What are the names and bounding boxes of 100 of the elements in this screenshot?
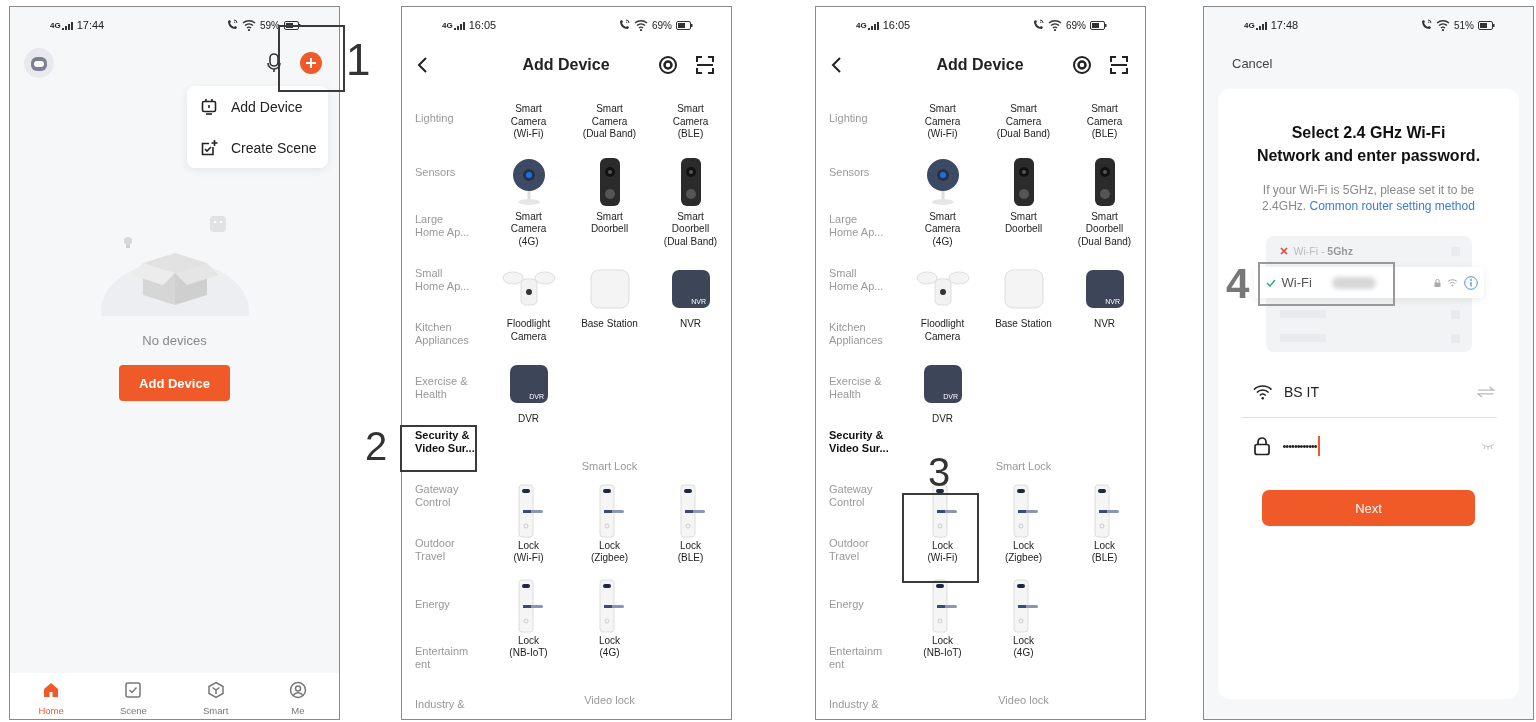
back-icon[interactable] [416, 56, 428, 74]
wifi-icon [1252, 383, 1272, 400]
category-item[interactable]: Security & Video Sur... [415, 415, 488, 469]
device-item[interactable]: Smart Camera (BLE) [650, 103, 731, 141]
cube-icon [206, 680, 225, 699]
device-item[interactable]: Base Station [983, 260, 1064, 343]
call-icon [226, 19, 238, 31]
network-type: 4G [442, 20, 453, 30]
device-icon [200, 97, 218, 116]
call-icon [618, 19, 630, 31]
home-icon [42, 680, 61, 699]
device-item[interactable]: Smart Doorbell [569, 152, 650, 248]
battery-percent: 59% [260, 19, 280, 31]
signal-icon [867, 21, 879, 30]
step-number: 4 [1226, 263, 1250, 305]
lock-icon [1433, 278, 1441, 287]
device-item[interactable]: Lock (Zigbee) [983, 481, 1064, 565]
tab[interactable]: Smart [174, 673, 257, 719]
device-item[interactable]: Smart Camera (BLE) [1064, 103, 1145, 141]
device-item[interactable]: Floodlight Camera [902, 260, 983, 343]
battery-icon [1478, 20, 1495, 30]
call-icon [1420, 19, 1432, 31]
network-type: 4G [1244, 20, 1255, 30]
category-item[interactable]: Security & Video Sur... [829, 415, 902, 469]
section-heading: Video lock [997, 693, 1050, 706]
device-item[interactable]: Lock (NB-IoT) [902, 576, 983, 660]
doorbell-icon [1093, 156, 1116, 207]
menu-item[interactable]: Create Scene [187, 127, 328, 168]
doorbell-icon [1012, 156, 1035, 207]
device-item[interactable]: Smart Camera (Wi-Fi) [902, 103, 983, 141]
scan-icon[interactable] [1109, 55, 1129, 75]
network-type: 4G [50, 20, 61, 30]
network-name-field[interactable]: BS IT [1283, 383, 1465, 400]
signal-icon [1255, 21, 1267, 30]
battery-icon [284, 20, 301, 30]
empty-state-text: No devices [142, 333, 207, 348]
page-title: Add Device [935, 56, 1025, 74]
device-item[interactable]: Lock (4G) [983, 576, 1064, 660]
device-item[interactable]: Smart Camera (Wi-Fi) [488, 103, 569, 141]
password-field[interactable]: •••••••••••• [1282, 436, 1320, 456]
device-item[interactable]: Lock (4G) [569, 576, 650, 660]
network-label: Wi-Fi [1281, 275, 1312, 290]
status-time: 17:44 [76, 19, 105, 31]
cancel-link[interactable]: Cancel [1232, 55, 1273, 71]
network-label: Wi-Fi - 5Ghz [1293, 245, 1353, 257]
section-heading: Video lock [583, 693, 636, 706]
device-item[interactable]: Smart Camera (Dual Band) [569, 103, 650, 141]
tab[interactable]: Home [10, 673, 93, 719]
device-item[interactable]: Smart Doorbell (Dual Band) [650, 152, 731, 248]
device-item[interactable]: Lock (Wi-Fi) [488, 481, 569, 565]
device-item[interactable]: Smart Camera (4G) [902, 152, 983, 248]
highlight-frame [278, 25, 345, 92]
camera-icon [924, 156, 961, 207]
wifi-icon [242, 19, 256, 31]
wifi-icon [634, 19, 648, 31]
checkbox-icon [124, 680, 143, 699]
scan-icon[interactable] [695, 55, 715, 75]
target-icon[interactable] [1072, 55, 1092, 75]
microphone-icon[interactable] [267, 53, 281, 73]
info-icon [1463, 275, 1478, 290]
device-item[interactable]: Floodlight Camera [488, 260, 569, 343]
status-time: 16:05 [468, 19, 497, 31]
device-item[interactable]: Smart Doorbell (Dual Band) [1064, 152, 1145, 248]
device-item[interactable]: Lock (BLE) [650, 481, 731, 565]
device-item[interactable]: Lock (Zigbee) [569, 481, 650, 565]
battery-icon [676, 20, 693, 30]
step-number: 2 [365, 426, 388, 466]
wifi-icon [1436, 19, 1450, 31]
avatar-icon [24, 48, 54, 78]
doorbell-icon [679, 156, 702, 207]
device-item[interactable]: Lock (NB-IoT) [488, 576, 569, 660]
back-icon[interactable] [830, 56, 842, 74]
signal-icon [61, 21, 73, 30]
base-station-icon [589, 269, 630, 309]
device-item[interactable]: Smart Doorbell [983, 152, 1064, 248]
tab[interactable]: Me [256, 673, 339, 719]
add-icon[interactable] [300, 52, 322, 74]
page-title: Add Device [521, 56, 611, 74]
section-heading: Smart Lock [994, 459, 1053, 472]
blurred-text [1331, 276, 1376, 289]
device-item[interactable]: Smart Camera (Dual Band) [983, 103, 1064, 141]
step-number: 1 [346, 38, 371, 82]
battery-icon [1090, 20, 1107, 30]
step-number: 3 [928, 452, 951, 492]
status-time: 17:48 [1270, 19, 1299, 31]
device-item[interactable]: Base Station [569, 260, 650, 343]
device-item[interactable]: Smart Camera (4G) [488, 152, 569, 248]
tab[interactable]: Scene [92, 673, 175, 719]
target-icon[interactable] [658, 55, 678, 75]
checklist-icon [200, 138, 218, 157]
menu-item[interactable]: Add Device [187, 86, 328, 127]
call-icon [1032, 19, 1044, 31]
router-setting-link[interactable]: Common router setting method [1309, 198, 1475, 213]
floodlight-icon [501, 269, 556, 309]
wifi-icon [1048, 19, 1062, 31]
lock-icon [1252, 436, 1271, 456]
device-item[interactable]: Lock (BLE) [1064, 481, 1145, 565]
doorbell-icon [598, 156, 621, 207]
floodlight-icon [915, 269, 970, 309]
battery-percent: 69% [1066, 19, 1086, 31]
